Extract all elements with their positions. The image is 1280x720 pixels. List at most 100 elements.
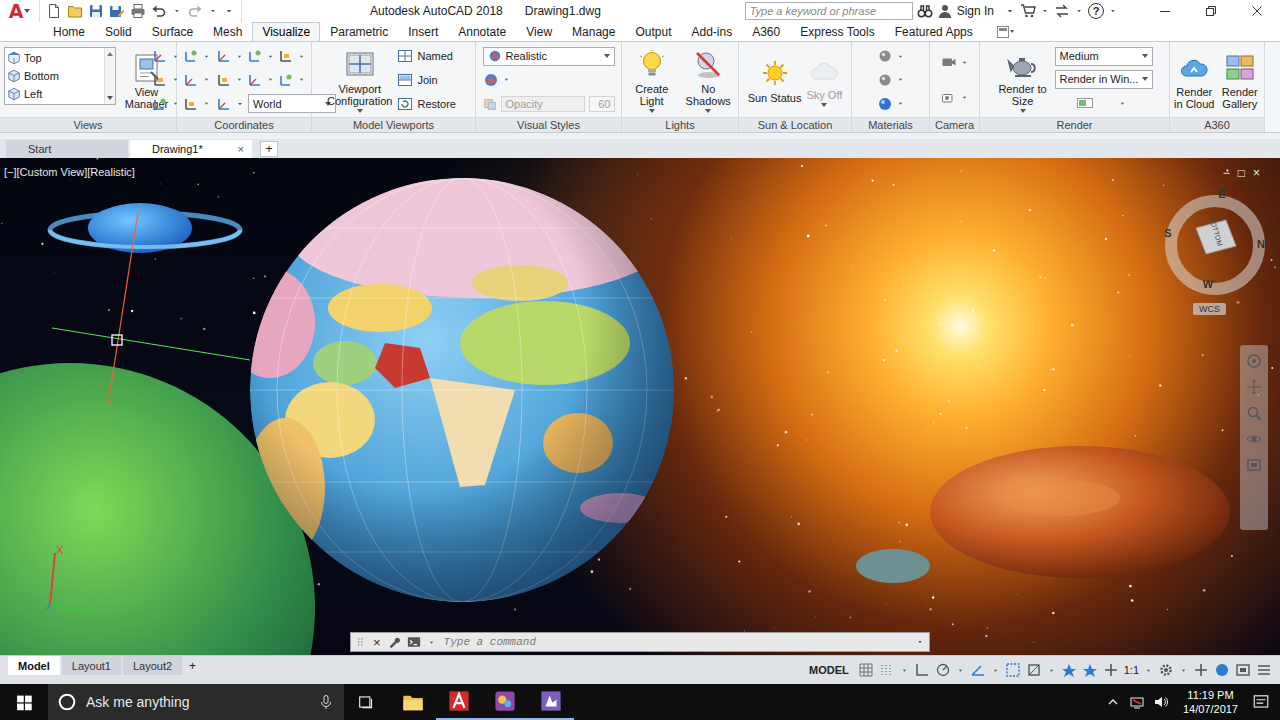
file-tab[interactable]: Drawing1*×	[130, 140, 252, 158]
volume-icon[interactable]	[1153, 694, 1169, 710]
style-icon[interactable]	[483, 72, 499, 88]
polar-icon[interactable]	[935, 662, 951, 678]
ucs-menu[interactable]: WCS	[1193, 303, 1226, 315]
dot-icon[interactable]	[877, 48, 893, 64]
ribbon-button[interactable]: Sun Status	[748, 57, 802, 104]
menu-arrow-icon[interactable]	[202, 52, 211, 61]
workspace-icon[interactable]	[1158, 662, 1174, 678]
help-search-field[interactable]	[745, 2, 913, 20]
redo-menu-icon[interactable]	[208, 6, 218, 16]
ucs2-icon[interactable]	[183, 48, 199, 64]
ribbon-tab[interactable]: Express Tools	[790, 22, 884, 41]
sign-in-button[interactable]: Sign In	[957, 4, 994, 18]
viewport-control-button[interactable]: □	[1238, 166, 1245, 180]
panel-title[interactable]: Lights	[622, 117, 738, 132]
ribbon-small-button[interactable]: Named	[397, 46, 460, 66]
undo-menu-icon[interactable]	[172, 6, 182, 16]
ribbon-tab[interactable]: Mesh	[203, 22, 252, 41]
help-menu-icon[interactable]	[1108, 6, 1118, 16]
ucs2-icon[interactable]	[152, 96, 168, 112]
model-viewport[interactable]: [−][Custom View][Realistic]−□×SENWBOTTOM…	[0, 158, 1280, 655]
command-prompt-icon[interactable]	[407, 635, 421, 649]
command-close-button[interactable]: ×	[373, 635, 381, 650]
camera2-icon[interactable]	[941, 90, 957, 106]
scale-menu-icon[interactable]	[1144, 666, 1153, 675]
ortho-icon[interactable]	[914, 662, 930, 678]
ucs-icon[interactable]	[247, 72, 263, 88]
layout-tab[interactable]: Layout2	[123, 656, 182, 675]
ucs-icon[interactable]	[152, 48, 168, 64]
osnap-menu-icon[interactable]	[1047, 666, 1056, 675]
zoom-icon[interactable]	[1246, 405, 1262, 421]
snap-menu-icon[interactable]	[900, 666, 909, 675]
dropdown[interactable]: Render in Win...	[1055, 70, 1154, 89]
workspace-menu-icon[interactable]	[1179, 666, 1188, 675]
show-hidden-icons-icon[interactable]	[1105, 694, 1121, 710]
menu-arrow-icon[interactable]	[960, 93, 969, 102]
showmotion-icon[interactable]	[1246, 457, 1262, 473]
annotation-scale[interactable]: 1:1	[1124, 664, 1139, 676]
ucs-menu-icon[interactable]	[235, 99, 245, 109]
annotation-icon[interactable]	[1061, 662, 1077, 678]
cart-icon[interactable]	[1020, 3, 1036, 19]
recent-commands-icon[interactable]	[427, 638, 436, 647]
file-tab[interactable]: Start	[6, 140, 128, 158]
isodraft-icon[interactable]	[970, 662, 986, 678]
ribbon-tab[interactable]: View	[516, 22, 562, 41]
exchange-icon[interactable]	[1054, 3, 1070, 19]
view-list-item[interactable]: Left	[7, 85, 102, 103]
ribbon-tab[interactable]: Add-ins	[682, 22, 743, 41]
compass-direction[interactable]: W	[1201, 278, 1215, 290]
dropdown[interactable]: Realistic	[483, 47, 615, 66]
object-snap-icon[interactable]	[1026, 662, 1042, 678]
ribbon-button[interactable]: No Shadows	[683, 48, 735, 113]
cart-menu-icon[interactable]	[1040, 6, 1050, 16]
network-icon[interactable]	[1129, 694, 1145, 710]
isolate-icon[interactable]	[1214, 662, 1230, 678]
undo-icon[interactable]	[151, 3, 167, 19]
customize-status-icon[interactable]	[1256, 662, 1272, 678]
menu-arrow-icon[interactable]	[1118, 99, 1127, 108]
ribbon-tab[interactable]: Manage	[562, 22, 625, 41]
save-icon[interactable]	[88, 3, 104, 19]
start-button[interactable]	[0, 684, 48, 720]
new-icon[interactable]	[46, 3, 62, 19]
binoculars-icon[interactable]	[917, 3, 933, 19]
new-layout-button[interactable]: +	[184, 656, 201, 675]
osnap-tracking-icon[interactable]	[1005, 662, 1021, 678]
autocad-taskbar-button[interactable]	[436, 684, 482, 720]
tab-close-button[interactable]: ×	[238, 143, 244, 155]
panel-title[interactable]: Sun & Location	[739, 117, 851, 132]
exchange-menu-icon[interactable]	[1074, 6, 1084, 16]
dropdown[interactable]: Medium	[1055, 47, 1154, 66]
panel-title[interactable]: Render	[980, 117, 1169, 132]
menu-arrow-icon[interactable]	[297, 52, 306, 61]
ucs-icon[interactable]	[216, 48, 232, 64]
menu-arrow-icon[interactable]	[171, 75, 180, 84]
pan-icon[interactable]	[1246, 379, 1262, 395]
viewport-control-button[interactable]: −	[1223, 166, 1230, 180]
media-taskbar-button[interactable]	[528, 684, 574, 720]
action-center-icon[interactable]	[1252, 693, 1270, 711]
ucs3-icon[interactable]	[216, 72, 232, 88]
save-as-icon[interactable]	[109, 3, 125, 19]
command-input[interactable]	[442, 635, 909, 649]
orbit-icon[interactable]	[1246, 431, 1262, 447]
application-menu[interactable]: A	[0, 0, 40, 22]
menu-arrow-icon[interactable]	[297, 75, 306, 84]
steering-wheel-icon[interactable]	[1246, 353, 1262, 369]
dropdown[interactable]: World	[248, 94, 336, 113]
menu-arrow-icon[interactable]	[502, 75, 511, 84]
ucs-icon[interactable]	[216, 96, 232, 112]
viewport-controls-label[interactable]: [−][Custom View][Realistic]	[4, 166, 135, 178]
opacity-slider[interactable]: Opacity60	[483, 94, 615, 114]
isodraft-menu-icon[interactable]	[991, 666, 1000, 675]
fullscreen-icon[interactable]	[1235, 662, 1251, 678]
sphere-icon[interactable]	[877, 96, 893, 112]
ribbon-tab[interactable]: Insert	[398, 22, 448, 41]
menu-arrow-icon[interactable]	[266, 52, 275, 61]
grip-icon[interactable]	[355, 636, 367, 648]
ribbon-small-button[interactable]: Restore	[397, 94, 460, 114]
polar-menu-icon[interactable]	[956, 666, 965, 675]
camera-icon[interactable]	[941, 54, 957, 70]
